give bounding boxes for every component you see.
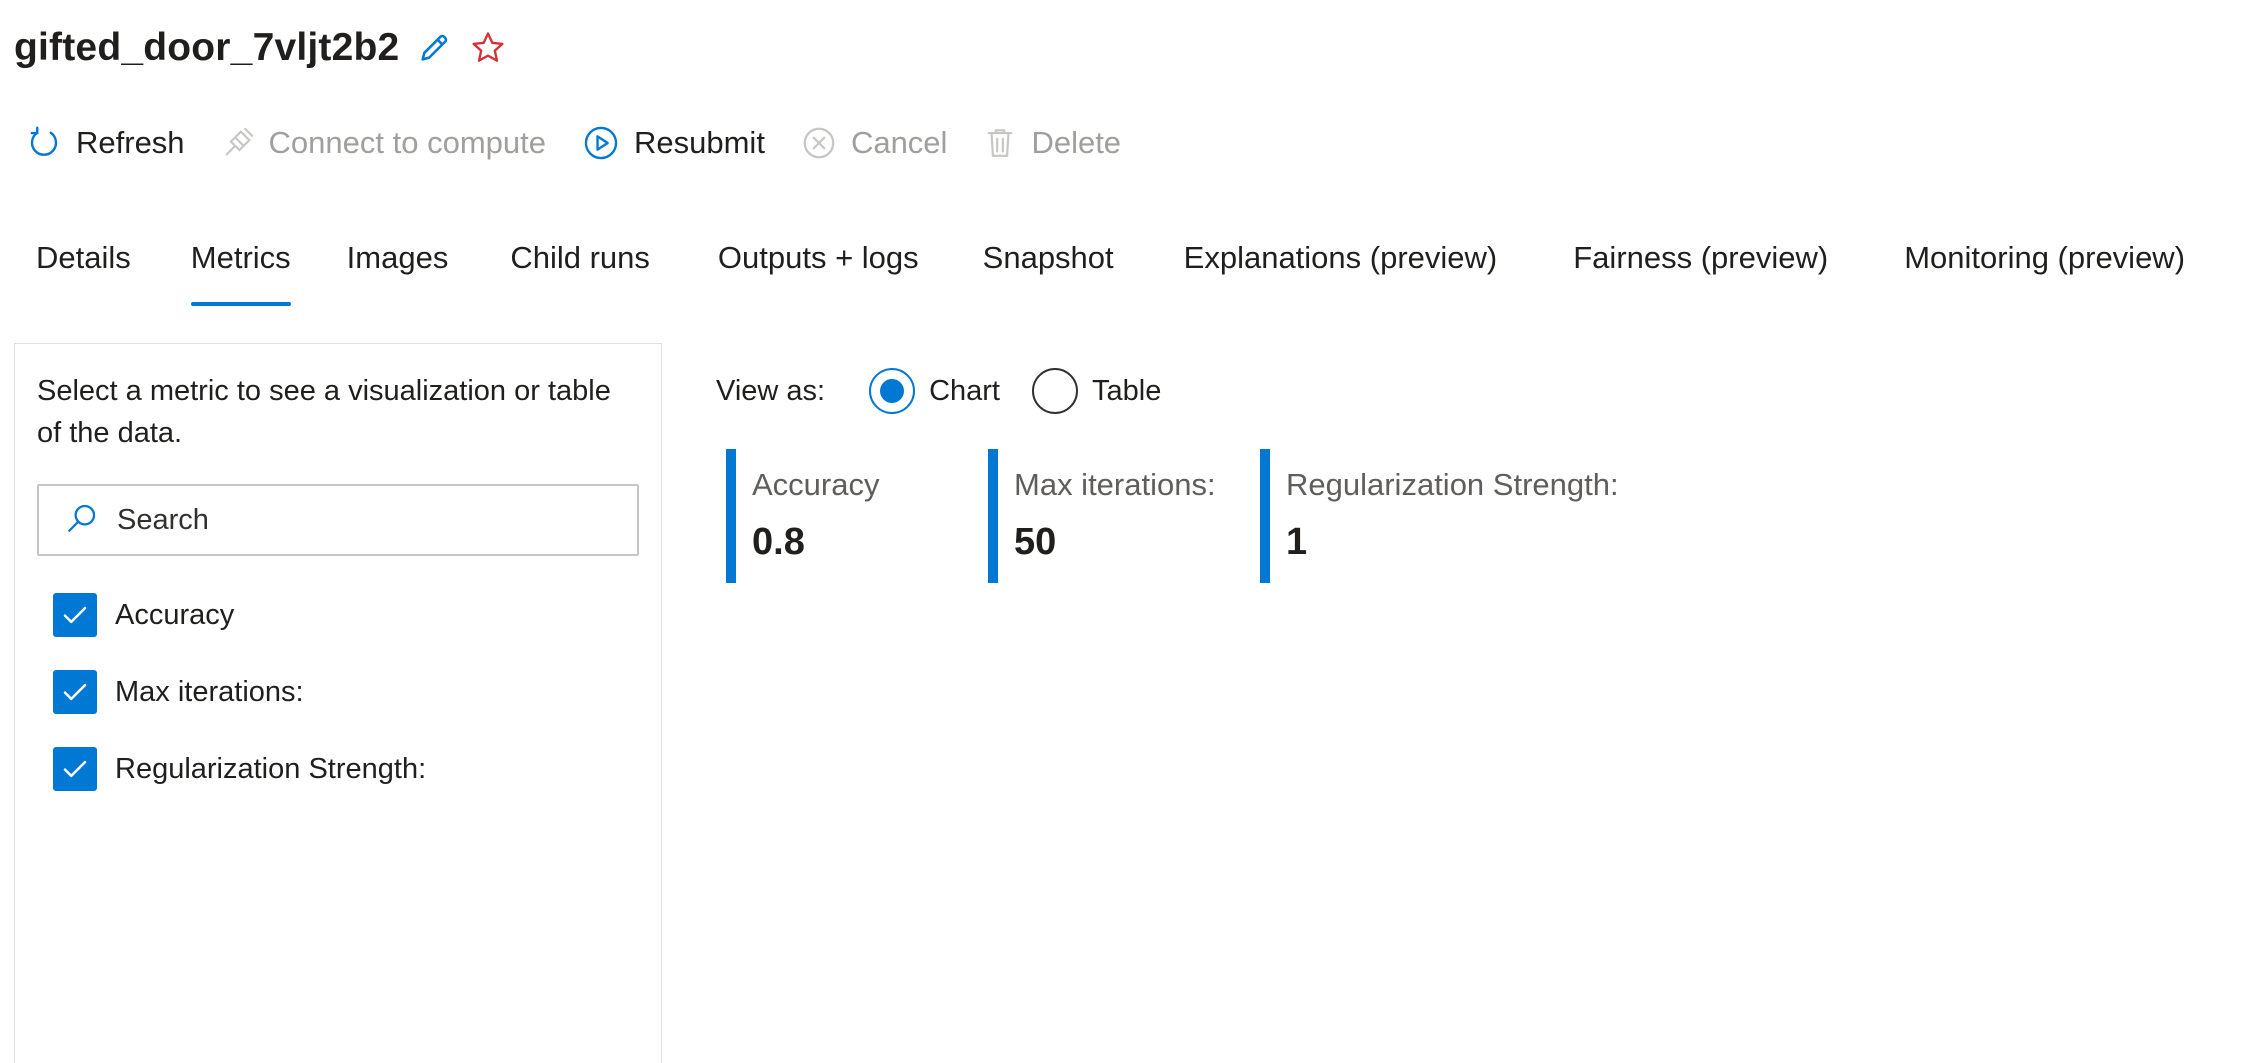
radio-chart-label: Chart	[929, 374, 1000, 407]
metric-label: Max iterations:	[115, 675, 304, 708]
tab-fairness[interactable]: Fairness (preview)	[1573, 230, 1828, 306]
radio-selected-icon[interactable]	[869, 368, 916, 414]
metric-card-accuracy: Accuracy 0.8	[726, 449, 954, 583]
run-header: gifted_door_7vljt2b2	[14, 18, 507, 78]
tab-strip: Details Metrics Images Child runs Output…	[36, 230, 2185, 306]
refresh-icon	[26, 125, 62, 161]
command-bar: Refresh Connect to compute Resubmit Canc…	[26, 115, 1157, 171]
resubmit-label: Resubmit	[634, 125, 765, 160]
metric-card-label: Accuracy	[752, 467, 880, 502]
view-as-label: View as:	[716, 374, 826, 407]
delete-label: Delete	[1031, 125, 1122, 160]
metric-card-regularization-strength: Regularization Strength: 1	[1260, 449, 1619, 583]
metric-label: Accuracy	[115, 598, 235, 631]
delete-button[interactable]: Delete	[983, 125, 1121, 161]
refresh-button[interactable]: Refresh	[26, 125, 185, 161]
search-box[interactable]	[37, 484, 639, 556]
tab-details[interactable]: Details	[36, 230, 131, 306]
metric-card-value: 0.8	[752, 521, 805, 563]
metric-item-accuracy[interactable]: Accuracy	[53, 590, 426, 640]
checkbox-checked-icon[interactable]	[53, 593, 97, 637]
pencil-icon[interactable]	[417, 31, 451, 65]
tab-outputs-logs[interactable]: Outputs + logs	[718, 230, 919, 306]
connect-to-compute-button[interactable]: Connect to compute	[221, 125, 546, 161]
page-title: gifted_door_7vljt2b2	[14, 26, 400, 69]
tab-child-runs[interactable]: Child runs	[510, 230, 650, 306]
metric-selector-panel: Select a metric to see a visualization o…	[14, 343, 662, 1063]
cancel-circle-icon	[801, 125, 837, 161]
panel-description: Select a metric to see a visualization o…	[37, 375, 611, 449]
tab-explanations[interactable]: Explanations (preview)	[1184, 230, 1498, 306]
view-as-group: View as: Chart Table	[716, 362, 1193, 420]
search-icon	[65, 501, 99, 540]
search-input[interactable]	[115, 502, 615, 538]
tab-snapshot[interactable]: Snapshot	[983, 230, 1114, 306]
metric-item-max-iterations[interactable]: Max iterations:	[53, 667, 426, 717]
resubmit-button[interactable]: Resubmit	[582, 124, 765, 162]
radio-table-label: Table	[1092, 374, 1162, 407]
metric-label: Regularization Strength:	[115, 752, 427, 785]
star-outline-icon[interactable]	[469, 29, 507, 67]
checkbox-checked-icon[interactable]	[53, 747, 97, 791]
metric-card-label: Max iterations:	[1014, 467, 1216, 502]
tab-images[interactable]: Images	[347, 230, 449, 306]
metric-card-label: Regularization Strength:	[1286, 467, 1619, 502]
plug-icon	[221, 126, 255, 160]
refresh-label: Refresh	[76, 125, 185, 160]
metric-item-regularization-strength[interactable]: Regularization Strength:	[53, 744, 426, 794]
radio-table[interactable]: Table	[1032, 368, 1161, 414]
metric-card-value: 50	[1014, 521, 1057, 563]
tab-monitoring[interactable]: Monitoring (preview)	[1904, 230, 2185, 306]
cancel-label: Cancel	[850, 125, 948, 160]
radio-unselected-icon[interactable]	[1032, 368, 1078, 414]
metric-cards: Accuracy 0.8 Max iterations: 50 Regulari…	[726, 449, 1653, 583]
radio-chart[interactable]: Chart	[869, 368, 1000, 414]
metric-list: Accuracy Max iterations: Regularization …	[53, 590, 426, 821]
trash-icon	[983, 126, 1017, 160]
checkbox-checked-icon[interactable]	[53, 670, 97, 714]
metric-card-value: 1	[1286, 521, 1308, 563]
metric-card-max-iterations: Max iterations: 50	[988, 449, 1226, 583]
tab-metrics[interactable]: Metrics	[190, 230, 291, 306]
play-circle-icon	[582, 124, 620, 162]
connect-to-compute-label: Connect to compute	[268, 125, 546, 160]
cancel-button[interactable]: Cancel	[801, 125, 948, 161]
